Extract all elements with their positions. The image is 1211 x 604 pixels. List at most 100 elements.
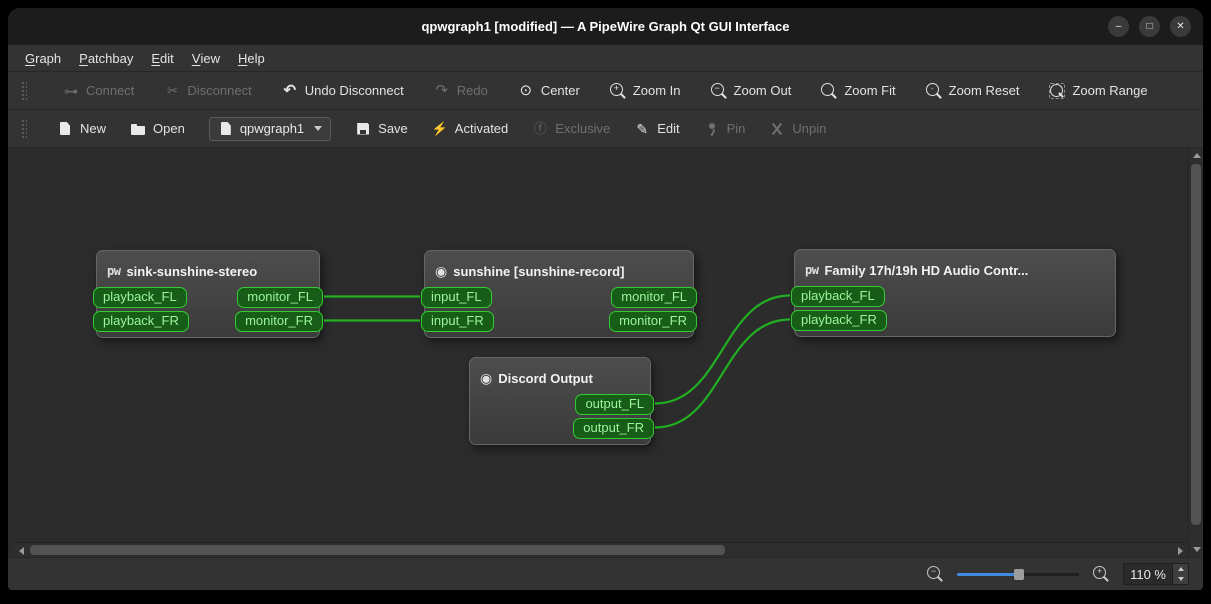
- zoom-range-icon: [1049, 82, 1066, 99]
- input-port[interactable]: playback_FR: [93, 311, 189, 332]
- toolbar-button-label: New: [80, 121, 107, 136]
- edit-button[interactable]: Edit: [634, 121, 679, 137]
- input-port[interactable]: input_FR: [421, 311, 494, 332]
- patchbay-combo[interactable]: qpwgraph1: [208, 116, 332, 141]
- maximize-button[interactable]: □: [1139, 16, 1160, 37]
- toolbar-button-label: Pin: [726, 121, 746, 136]
- output-port[interactable]: output_FL: [575, 394, 654, 415]
- output-port[interactable]: monitor_FL: [611, 287, 697, 308]
- zoom-fit-button[interactable]: Zoom Fit: [821, 82, 896, 99]
- disconnect-button[interactable]: Disconnect: [164, 83, 251, 99]
- node-title: ◉ sunshine [sunshine-record]: [425, 251, 693, 283]
- toolbar-graph: Connect Disconnect Undo Disconnect Redo Cent…: [8, 72, 1203, 110]
- close-button[interactable]: ✕: [1170, 16, 1191, 37]
- scroll-left-button[interactable]: [14, 543, 29, 558]
- output-port[interactable]: output_FR: [573, 418, 654, 439]
- node-title-text: Family 17h/19h HD Audio Contr...: [824, 262, 1029, 278]
- exclusive-button[interactable]: Exclusive: [532, 121, 610, 137]
- slider-handle[interactable]: [1014, 569, 1025, 580]
- toolbar-button-label: Exclusive: [555, 121, 611, 136]
- bolt-icon: [432, 121, 448, 137]
- horizontal-scroll-handle[interactable]: [30, 545, 725, 555]
- input-port[interactable]: playback_FL: [93, 287, 187, 308]
- save-icon: [355, 121, 371, 137]
- statusbar: 110 %: [8, 557, 1203, 590]
- pin-icon: [704, 121, 720, 137]
- input-port[interactable]: input_FL: [421, 287, 492, 308]
- zoom-in-button[interactable]: Zoom In: [609, 82, 681, 99]
- toolbar-grip[interactable]: [20, 117, 27, 140]
- graph-canvas[interactable]: pw sink-sunshine-stereo playback_FL playbac…: [14, 148, 1188, 542]
- new-doc-icon: [57, 121, 73, 137]
- window-controls: – □ ✕: [1108, 16, 1191, 37]
- minimize-button[interactable]: –: [1108, 16, 1129, 37]
- input-port[interactable]: playback_FL: [791, 286, 885, 307]
- toolbar-button-label: Zoom In: [632, 83, 681, 98]
- toolbar-button-label: Redo: [456, 83, 488, 98]
- center-button[interactable]: Center: [518, 83, 580, 99]
- titlebar: qpwgraph1 [modified] — A PipeWire Graph …: [8, 8, 1203, 45]
- zoom-spin-up-button[interactable]: [1173, 564, 1188, 574]
- connect-button[interactable]: Connect: [63, 83, 134, 99]
- zoom-out-button[interactable]: Zoom Out: [710, 82, 791, 99]
- zoom-spin-down-button[interactable]: [1173, 574, 1188, 584]
- graph-node[interactable]: ◉ Discord Output output_FL output_FR: [469, 357, 654, 445]
- zoom-out-icon[interactable]: [925, 565, 945, 583]
- menubar: Graph Patchbay Edit View Help: [8, 45, 1203, 72]
- toolbar-button-label: Connect: [86, 83, 135, 98]
- zoom-range-button[interactable]: Zoom Range: [1049, 82, 1148, 99]
- zoom-slider[interactable]: [957, 567, 1080, 581]
- zoom-reset-button[interactable]: Zoom Reset: [925, 82, 1020, 99]
- node-title: pw sink-sunshine-stereo: [97, 251, 319, 283]
- redo-icon: [434, 83, 450, 99]
- node-title: ◉ Discord Output: [470, 358, 650, 390]
- toolbar-button-label: Activated: [454, 121, 509, 136]
- vertical-scrollbar[interactable]: [1188, 148, 1203, 557]
- zoom-spin-arrows: [1172, 564, 1188, 584]
- output-port[interactable]: monitor_FR: [609, 311, 697, 332]
- toolbar-button-label: Edit: [657, 121, 680, 136]
- wire-layer: [323, 294, 791, 429]
- output-port[interactable]: monitor_FR: [235, 311, 323, 332]
- menu-edit[interactable]: Edit: [142, 45, 182, 71]
- menu-graph[interactable]: Graph: [16, 45, 70, 71]
- graph-node[interactable]: ◉ sunshine [sunshine-record] input_FLinput…: [421, 250, 697, 338]
- connect-icon: [63, 83, 79, 99]
- menu-patchbay[interactable]: Patchbay: [70, 45, 142, 71]
- undo-disconnect-button[interactable]: Undo Disconnect: [282, 83, 404, 99]
- input-port[interactable]: playback_FR: [791, 310, 887, 331]
- toolbar-button-label: Zoom Fit: [844, 83, 896, 98]
- zoom-in-icon: [609, 82, 626, 99]
- new-button[interactable]: New: [57, 121, 106, 137]
- vertical-scroll-handle[interactable]: [1191, 164, 1201, 525]
- scroll-right-button[interactable]: [1173, 543, 1188, 558]
- media-icon: ◉: [480, 369, 493, 386]
- toolbar-button-label: Zoom Reset: [948, 83, 1020, 98]
- zoom-in-icon[interactable]: [1091, 565, 1111, 583]
- open-button[interactable]: Open: [130, 121, 185, 137]
- node-title-text: sink-sunshine-stereo: [126, 263, 258, 279]
- unpin-icon: [769, 121, 785, 137]
- activated-button[interactable]: Activated: [432, 121, 508, 137]
- graph-node[interactable]: pw Family 17h/19h HD Audio Contr... playba…: [791, 249, 1116, 337]
- toolbar-patchbay: New Open qpwgraph1 Save Activated Exclusive Ed…: [8, 110, 1203, 148]
- zoom-value[interactable]: 110 %: [1124, 564, 1172, 584]
- open-folder-icon: [130, 121, 146, 137]
- toolbar-button-label: Save: [378, 121, 408, 136]
- menu-help[interactable]: Help: [229, 45, 274, 71]
- unpin-button[interactable]: Unpin: [769, 121, 826, 137]
- toolbar-button-label: Open: [153, 121, 185, 136]
- toolbar-button-label: Zoom Range: [1072, 83, 1148, 98]
- horizontal-scrollbar[interactable]: [14, 542, 1188, 557]
- toolbar-grip[interactable]: [20, 79, 27, 102]
- menu-view[interactable]: View: [183, 45, 229, 71]
- scroll-down-button[interactable]: [1189, 542, 1203, 557]
- output-port[interactable]: monitor_FL: [237, 287, 323, 308]
- window-title: qpwgraph1 [modified] — A PipeWire Graph …: [421, 19, 790, 34]
- scroll-up-button[interactable]: [1189, 148, 1203, 163]
- undo-icon: [282, 83, 298, 99]
- save-button[interactable]: Save: [355, 121, 408, 137]
- redo-button[interactable]: Redo: [434, 83, 488, 99]
- graph-node[interactable]: pw sink-sunshine-stereo playback_FLplaybac…: [93, 250, 323, 338]
- pin-button[interactable]: Pin: [704, 121, 746, 137]
